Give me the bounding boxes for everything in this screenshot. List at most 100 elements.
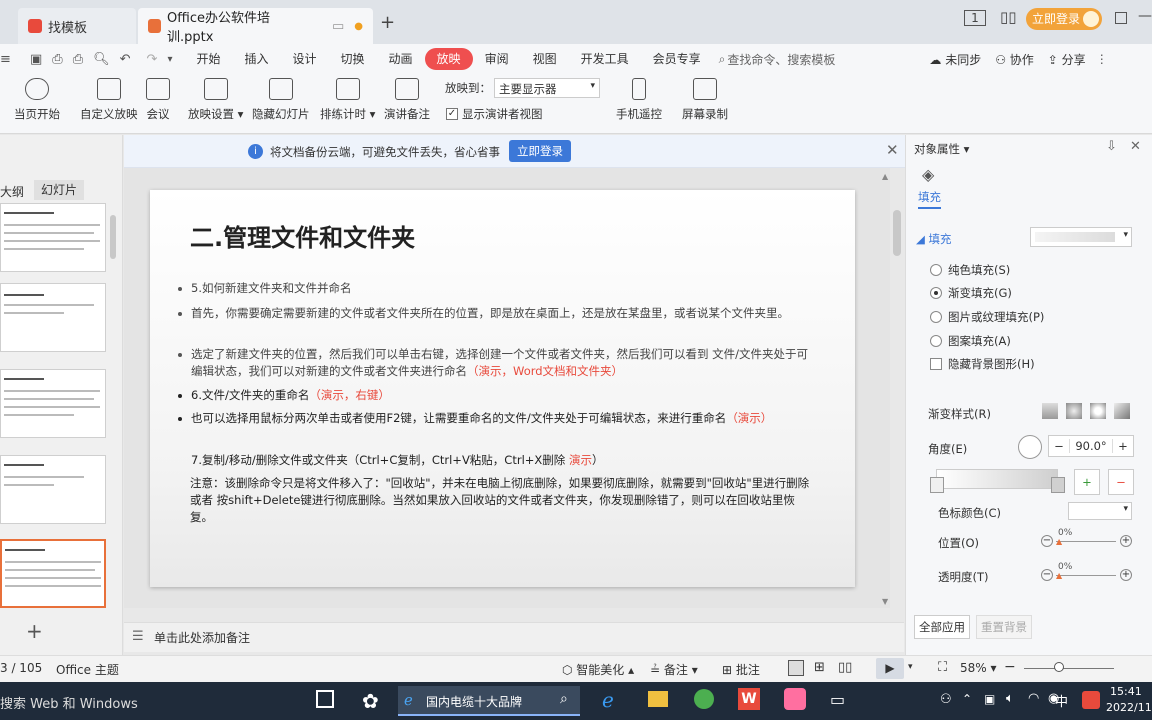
zoom-thumb[interactable] [1054, 662, 1064, 672]
slide-thumbnail[interactable] [0, 283, 106, 352]
file-explorer-icon[interactable] [648, 691, 668, 707]
bullet-item[interactable]: 首先，你需要确定需要新建的文件或者文件夹所在的位置，即是放在桌面上，还是放在某盘… [178, 305, 811, 322]
scroll-up-icon[interactable]: ▲ [882, 172, 888, 181]
tab-fill[interactable]: 填充 [918, 189, 941, 209]
taskbar-browser-window[interactable]: ℯ 国内电缆十大品牌 ⌕ [398, 686, 580, 716]
rect-gradient-icon[interactable] [1090, 403, 1106, 419]
apply-all-button[interactable]: 全部应用 [914, 615, 970, 639]
hide-bg-checkbox[interactable]: 隐藏背景图形(H) [930, 356, 1035, 372]
slide[interactable]: 二.管理文件和文件夹 5.如何新建文件夹和文件并命名 首先，你需要确定需要新建的… [150, 190, 855, 587]
linear-gradient-icon[interactable] [1042, 403, 1058, 419]
edge-icon[interactable]: ℯ [602, 688, 614, 712]
layout-icon[interactable]: 1 [964, 10, 986, 26]
add-stop-icon[interactable]: + [1074, 469, 1100, 495]
login-button[interactable]: 立即登录 [1026, 8, 1102, 30]
menu-developer[interactable]: 开发工具 [569, 48, 641, 70]
collab-button[interactable]: ⚇ 协作 [995, 51, 1034, 68]
task-view-icon[interactable] [316, 690, 334, 708]
fit-icon[interactable]: ⛶ [938, 660, 947, 675]
beautify-button[interactable]: ⬡ 智能美化 ▴ [562, 661, 634, 678]
volume-icon[interactable]: 🔈︎ [1006, 691, 1014, 706]
tab-find-template[interactable]: 找模板 [18, 8, 136, 44]
slide-thumbnail[interactable] [0, 369, 106, 438]
menu-design[interactable]: 设计 [281, 48, 329, 70]
fill-section[interactable]: ◢ 填充 [916, 231, 952, 247]
speaker-notes-button[interactable]: 演讲备注 [384, 78, 430, 130]
gradient-stop-handle[interactable] [930, 477, 944, 493]
command-search[interactable]: 查找命令、搜索模板 [727, 51, 877, 68]
reading-view-icon[interactable]: ▯▯ [838, 660, 852, 675]
play-icon[interactable]: ▶ [876, 658, 904, 679]
play-to-select[interactable]: 主要显示器 ▾ [494, 78, 600, 98]
slider-thumb-icon[interactable]: ▲ [1056, 537, 1062, 546]
banner-login-button[interactable]: 立即登录 [509, 140, 571, 162]
page-indicator[interactable]: 3 / 105 [0, 661, 42, 675]
slide-thumbnail[interactable] [0, 203, 106, 272]
note-paragraph[interactable]: 注意：该删除命令只是将文件移入了："回收站"，并未在电脑上彻底删除，如果要彻底删… [190, 475, 815, 526]
share-button[interactable]: ⇪ 分享 [1048, 51, 1086, 68]
minus-icon[interactable]: − [1041, 535, 1053, 547]
sogou-icon[interactable] [1082, 691, 1100, 709]
clock-date[interactable]: 2022/11 [1106, 701, 1152, 714]
option-pattern-fill[interactable]: 图案填充(A) [930, 333, 1011, 349]
print-icon[interactable]: ⎙ [73, 52, 83, 67]
option-solid-fill[interactable]: 纯色填充(S) [930, 262, 1010, 278]
radial-gradient-icon[interactable] [1066, 403, 1082, 419]
minus-icon[interactable]: − [1049, 439, 1069, 453]
outline-tab[interactable]: 大纲 [0, 183, 24, 200]
undo-icon[interactable]: ↶ [120, 52, 131, 67]
menu-slideshow[interactable]: 放映 [424, 48, 473, 70]
option-picture-fill[interactable]: 图片或纹理填充(P) [930, 309, 1044, 325]
thumbnail-scrollbar[interactable] [110, 215, 116, 259]
menu-insert[interactable]: 插入 [232, 48, 280, 70]
clock-time[interactable]: 15:41 [1110, 685, 1142, 698]
taskbar-search[interactable]: 搜索 Web 和 Windows [0, 693, 138, 712]
remote-button[interactable]: 手机遥控 [616, 78, 662, 130]
slide-thumbnail-selected[interactable] [0, 539, 106, 608]
bullet-item[interactable]: 5.如何新建文件夹和文件并命名 [178, 280, 811, 297]
fill-color-select[interactable]: ▾ [1030, 227, 1132, 247]
meeting-button[interactable]: 会议 [146, 78, 170, 130]
remove-stop-icon[interactable]: − [1108, 469, 1134, 495]
plus-icon[interactable]: + [1120, 535, 1132, 547]
bilibili-icon[interactable] [784, 688, 806, 710]
wifi-icon[interactable]: ◠ [1028, 691, 1039, 706]
play-dropdown-icon[interactable]: ▾ [908, 662, 913, 672]
angle-stepper[interactable]: − 90.0° + [1048, 435, 1134, 457]
slide-thumbnail[interactable] [0, 455, 106, 524]
angle-value[interactable]: 90.0° [1069, 439, 1113, 453]
ime-indicator[interactable]: 中 [1055, 691, 1068, 710]
close-icon[interactable]: ✕ [1130, 139, 1141, 154]
more-icon[interactable]: ⋮ [1096, 52, 1108, 66]
fill-bucket-icon[interactable]: ◈ [922, 165, 934, 184]
from-current-button[interactable]: 当页开始 [14, 78, 60, 130]
plus-icon[interactable]: + [1120, 569, 1132, 581]
people-icon[interactable]: ⚇ [940, 692, 952, 707]
qat-dropdown-icon[interactable]: ▾ [167, 54, 172, 65]
hide-slide-button[interactable]: 隐藏幻灯片 [252, 78, 310, 130]
network-icon[interactable]: ▣ [984, 692, 995, 706]
bullet-item[interactable]: 也可以选择用鼠标分两次单击或者使用F2键，让需要重命名的文件/文件夹处于可编辑状… [178, 410, 811, 427]
pin-icon[interactable]: ⇩ [1106, 139, 1117, 154]
reset-background-button[interactable]: 重置背景 [976, 615, 1032, 639]
recorder-icon[interactable]: ▭ [830, 690, 845, 709]
export-icon[interactable]: ⎙ [52, 52, 62, 67]
menu-transition[interactable]: 切换 [329, 48, 377, 70]
path-gradient-icon[interactable] [1114, 403, 1130, 419]
option-gradient-fill[interactable]: 渐变填充(G) [930, 285, 1012, 301]
screen-record-button[interactable]: 屏幕录制 [682, 78, 728, 130]
tray-chevron-icon[interactable]: ⌃ [962, 692, 972, 706]
monitor-icon[interactable]: ▭ [332, 19, 344, 34]
presenter-view-checkbox[interactable]: ✓ 显示演讲者视图 [446, 106, 543, 122]
rehearse-button[interactable]: 排练计时 ▾ [320, 78, 375, 130]
scroll-down-icon[interactable]: ▼ [882, 597, 888, 606]
zoom-out-icon[interactable]: − [1004, 659, 1016, 675]
angle-dial[interactable] [1018, 435, 1042, 459]
position-slider[interactable] [1056, 541, 1116, 542]
menu-more-icon[interactable]: ≡ [0, 52, 11, 67]
slides-tab[interactable]: 幻灯片 [34, 180, 84, 200]
panel-title[interactable]: 对象属性 ▾ [914, 141, 969, 157]
menu-home[interactable]: 开始 [184, 48, 232, 70]
pinned-app-icon[interactable]: ✿ [362, 689, 379, 713]
add-slide-icon[interactable]: + [26, 619, 43, 643]
